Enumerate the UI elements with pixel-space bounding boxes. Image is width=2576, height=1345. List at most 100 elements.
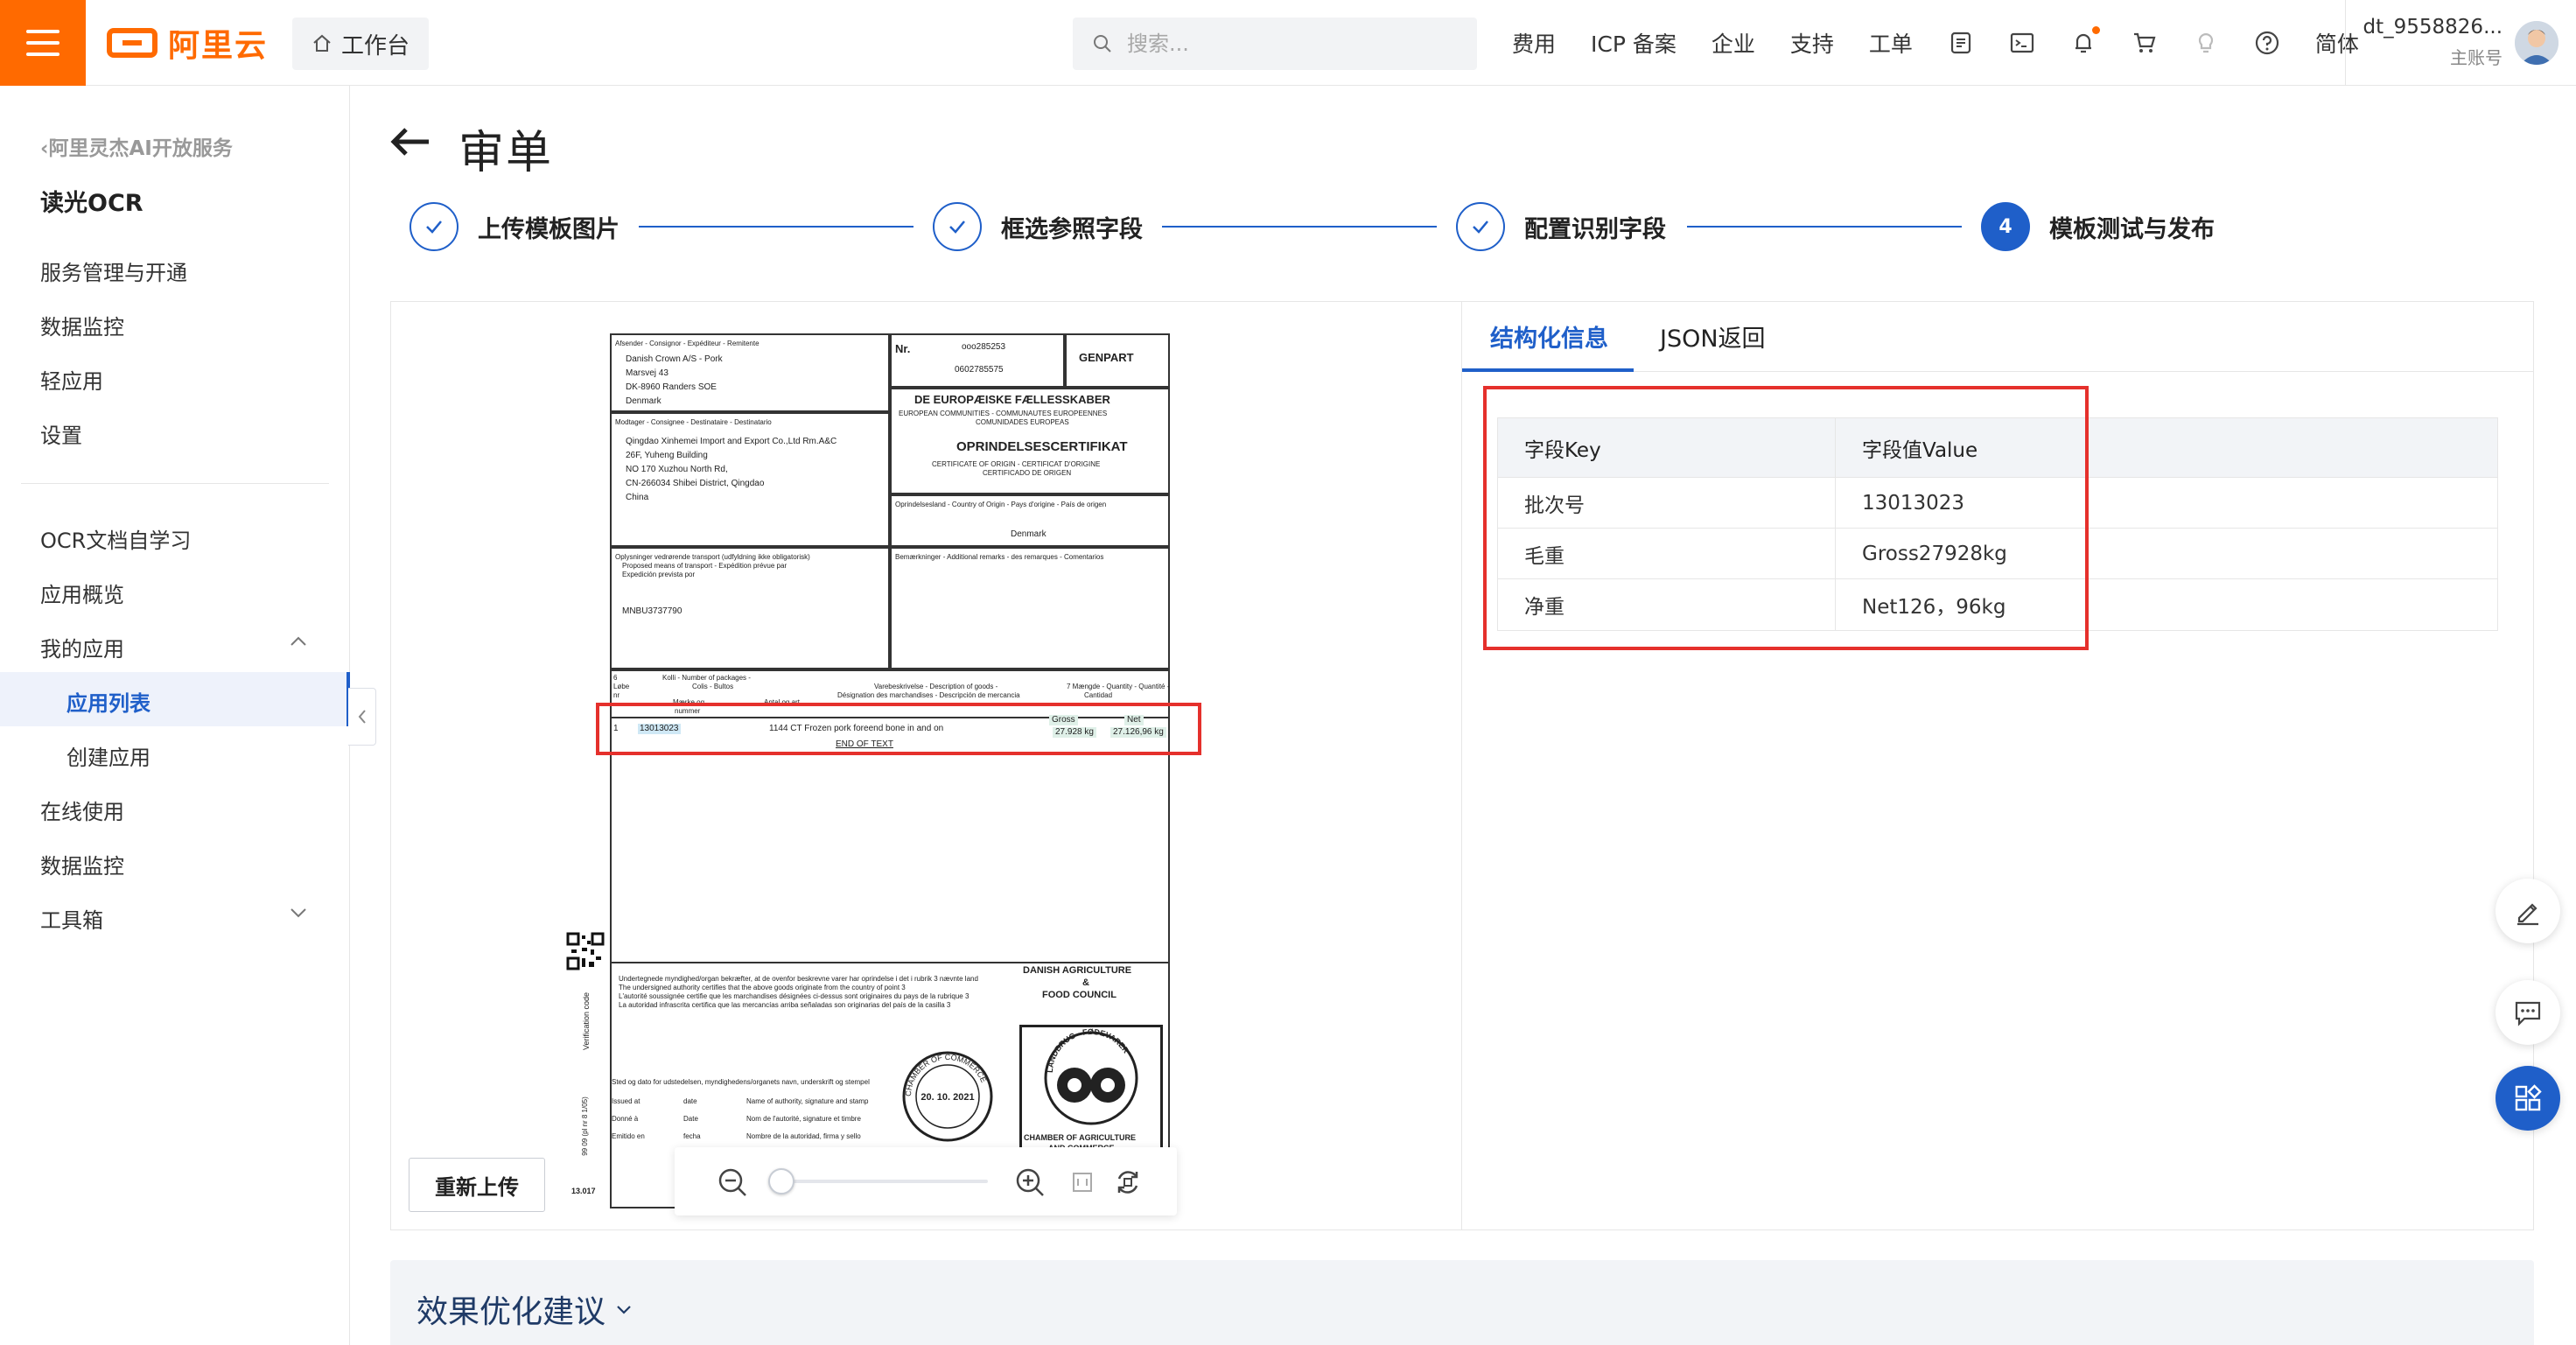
sidebar-item-online[interactable]: 在线使用 [40,795,124,825]
menu-icon[interactable] [0,0,86,86]
account-role: 主账号 [2450,47,2502,68]
sidebar-item-create-app[interactable]: 创建应用 [66,740,150,771]
sidebar-item-service[interactable]: 服务管理与开通 [40,256,187,286]
reupload-button[interactable]: 重新上传 [409,1158,545,1212]
sidebar-product-title: 读光OCR [40,190,144,217]
doc-text: DE EUROPÆISKE FÆLLESSKABER [914,393,1110,406]
doc-text: Danish Crown A/S - Pork [626,354,723,364]
chevron-up-icon[interactable] [289,632,308,651]
app-icon[interactable] [1948,30,1974,56]
search-icon [1094,35,1111,53]
sidebar-item-my-apps[interactable]: 我的应用 [40,632,124,662]
feedback-fab[interactable] [2496,980,2560,1045]
doc-text: COMUNIDADES EUROPEAS [976,418,1069,426]
tab-json[interactable]: JSON返回 [1660,319,1766,354]
document-preview[interactable]: Afsender - Consignor - Expéditeur - Remi… [391,302,1462,1229]
page-title: 审单 [458,127,554,179]
tab-structured[interactable]: 结构化信息 [1490,319,1608,354]
date-stamp-icon: CHAMBER OF COMMERCE 20. 10. 2021 [902,1051,993,1142]
doc-text: Qingdao Xinhemei Import and Export Co.,L… [626,437,837,446]
cart-icon[interactable] [2132,30,2158,56]
doc-text: CN-266034 Shibei District, Qingdao [626,479,765,488]
doc-box-remarks [890,547,1170,669]
home-icon [313,34,331,52]
check-icon [410,202,458,251]
top-bar: 阿里云 工作台 费用 ICP 备案 企业 支持 工单 简体 [0,0,2576,86]
doc-text: Expedición prevista por [622,571,696,578]
doc-text: NO 170 Xuzhou North Rd, [626,465,728,474]
sidebar-group-title[interactable]: OCR文档自学习 [40,523,191,554]
doc-text: date [683,1097,697,1105]
sidebar-collapse-button[interactable] [348,688,376,746]
bell-icon[interactable] [2070,26,2100,56]
seal-icon: LANDBRUG · FØDEVARER [1044,1027,1138,1125]
result-highlight-box [1483,386,2089,650]
edit-fab[interactable] [2496,879,2560,943]
optimize-panel: 效果优化建议 [390,1260,2534,1345]
bulb-icon[interactable] [2193,30,2219,56]
doc-text: Denmark [626,396,662,406]
doc-text: 0602785575 [955,365,1004,375]
doc-text: 99 09 (pl nr 8 1/05) [580,1096,589,1156]
step-upload: 上传模板图片 [410,201,620,252]
step-number: 4 [1981,202,2030,251]
logo[interactable]: 阿里云 [107,25,268,64]
sidebar-back-link[interactable]: ‹阿里灵杰AI开放服务 [40,131,233,161]
doc-text: Désignation des marchandises - Descripci… [837,691,1020,699]
doc-text: Emitido en [612,1132,645,1140]
nav-fees[interactable]: 费用 [1512,27,1556,59]
doc-text: Denmark [1011,529,1046,539]
nav-icp[interactable]: ICP 备案 [1591,27,1676,59]
zoom-slider-thumb[interactable] [768,1168,795,1194]
terminal-icon[interactable] [2009,30,2035,56]
rotate-icon[interactable] [1112,1166,1144,1198]
language-switch[interactable]: 简体 [2315,27,2359,59]
nav-enterprise[interactable]: 企业 [1712,27,1755,59]
doc-text: Donné à [612,1115,639,1123]
workbench-button[interactable]: 工作台 [292,18,429,70]
doc-text: Nr. [895,342,911,355]
zoom-in-icon[interactable] [1014,1166,1046,1198]
doc-text: Afsender - Consignor - Expéditeur - Remi… [615,340,760,347]
doc-text: Bemærkninger - Additional remarks - des … [895,553,1104,561]
zoom-out-icon[interactable] [717,1166,748,1198]
recognized-line-highlight [596,703,1201,755]
avatar[interactable] [2515,21,2558,65]
sidebar-divider [21,483,329,484]
step-connector [1687,226,1962,228]
sidebar-item-app-list[interactable]: 应用列表 [66,686,150,717]
nav-tickets[interactable]: 工单 [1869,27,1913,59]
work-area: Afsender - Consignor - Expéditeur - Remi… [390,301,2534,1230]
sidebar-back-label: 阿里灵杰AI开放服务 [48,137,233,160]
doc-text: Marsvej 43 [626,368,668,378]
fit-icon[interactable] [1067,1166,1098,1198]
logo-mark-icon [107,28,158,58]
doc-text: 7 Mængde - Quantity - Quantité - [1067,683,1170,690]
sidebar-item-monitor[interactable]: 数据监控 [40,310,124,340]
doc-text: DK-8960 Randers SOE [626,382,717,392]
chevron-down-icon[interactable] [289,903,308,922]
back-arrow-icon[interactable] [388,124,432,159]
check-icon [933,202,982,251]
apps-fab[interactable] [2496,1066,2560,1131]
doc-text: Sted og dato for udstedelsen, myndighede… [612,1078,870,1086]
doc-text: MNBU3737790 [622,606,682,616]
sidebar-item-overview[interactable]: 应用概览 [40,578,124,608]
zoom-slider[interactable] [768,1168,988,1194]
doc-text: Oprindelsesland - Country of Origin - Pa… [895,501,1107,508]
help-icon[interactable] [2254,30,2280,56]
sidebar-item-toolbox[interactable]: 工具箱 [40,903,103,934]
sidebar-item-settings[interactable]: 设置 [40,418,82,449]
nav-support[interactable]: 支持 [1790,27,1834,59]
seal-ring-text: LANDBRUG · FØDEVARER [1046,1027,1130,1073]
sidebar-item-lite-app[interactable]: 轻应用 [40,364,103,395]
result-panel: 结构化信息 JSON返回 字段Key 字段值Value 批次号 13013023… [1462,302,2533,1229]
sidebar-item-data-monitor[interactable]: 数据监控 [40,849,124,879]
search-input[interactable] [1127,32,1442,56]
chat-icon [2515,1001,2541,1026]
optimize-toggle[interactable]: 效果优化建议 [416,1286,634,1332]
account-info[interactable]: dt_9558826... 主账号 [2362,16,2502,69]
optimize-title: 效果优化建议 [416,1294,606,1330]
step-label: 配置识别字段 [1524,215,1666,243]
search-box[interactable] [1073,18,1477,70]
